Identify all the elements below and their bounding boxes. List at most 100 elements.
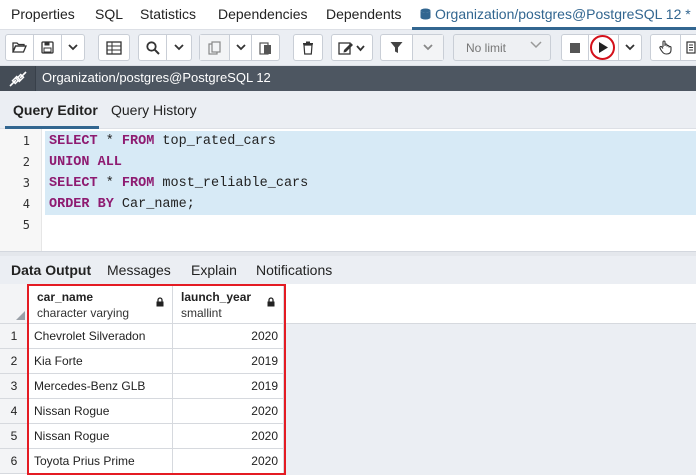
tab-query-editor[interactable]: Query Editor [13, 102, 98, 118]
tab-data-output[interactable]: Data Output [11, 262, 91, 278]
paste-row-button[interactable] [252, 35, 279, 60]
code-text: UNION ALL [45, 152, 696, 173]
sql-editor[interactable]: 1 SELECT * FROM top_rated_cars 2 UNION ALL 3… [0, 129, 696, 251]
line-number: 3 [22, 176, 30, 190]
cell-launch-year[interactable]: 2019 [173, 349, 284, 374]
edit-group [331, 34, 373, 61]
sql-keyword: FROM [121, 176, 155, 191]
filter-button[interactable] [381, 35, 413, 60]
table-row[interactable]: 4 Nissan Rogue 2020 [0, 399, 284, 424]
row-number[interactable]: 3 [0, 374, 29, 399]
editor-tab-strip: Query Editor Query History [0, 91, 696, 129]
tab-dependencies[interactable]: Dependencies [218, 6, 308, 22]
tab-notifications[interactable]: Notifications [256, 262, 332, 278]
connection-status-icon[interactable] [0, 66, 36, 91]
macros-button[interactable] [681, 35, 696, 60]
sql-keyword: SELECT [49, 134, 98, 149]
row-number[interactable]: 6 [0, 449, 29, 474]
code-line: 1 SELECT * FROM top_rated_cars [0, 131, 696, 152]
output-tab-strip: Data Output Messages Explain Notificatio… [0, 256, 696, 284]
table-row[interactable]: 2 Kia Forte 2019 [0, 349, 284, 374]
save-button[interactable] [34, 35, 62, 60]
lock-icon [156, 297, 164, 307]
save-dropdown-button[interactable] [62, 35, 84, 60]
cell-launch-year[interactable]: 2020 [173, 399, 284, 424]
row-number[interactable]: 5 [0, 424, 29, 449]
tab-query-tool[interactable]: Organization/postgres@PostgreSQL 12 * [420, 6, 691, 22]
grid-empty-area [284, 324, 696, 475]
hand-pointer-icon [659, 40, 672, 55]
floppy-icon [41, 41, 54, 54]
row-number[interactable]: 1 [0, 324, 29, 349]
open-file-button[interactable] [6, 35, 34, 60]
code-text: SELECT * FROM top_rated_cars [45, 131, 696, 152]
save-data-group [98, 34, 130, 61]
code-text: SELECT * FROM most_reliable_cars [45, 173, 696, 194]
lock-row-button[interactable] [651, 35, 681, 60]
column-name: car_name [37, 290, 94, 304]
cancel-query-button[interactable] [562, 35, 589, 60]
copy-dropdown-button[interactable] [230, 35, 252, 60]
table-row[interactable]: 5 Nissan Rogue 2020 [0, 424, 284, 449]
chevron-down-icon [174, 44, 184, 51]
tab-sql[interactable]: SQL [95, 6, 123, 22]
cell-car-name[interactable]: Toyota Prius Prime [29, 449, 173, 474]
chevron-down-icon [530, 41, 542, 49]
database-icon [420, 8, 431, 20]
tab-statistics[interactable]: Statistics [140, 6, 196, 22]
cell-launch-year[interactable]: 2020 [173, 449, 284, 474]
table-save-icon [106, 40, 122, 55]
execute-dropdown-button[interactable] [619, 35, 641, 60]
delete-row-button[interactable] [294, 35, 322, 60]
delete-group [293, 34, 323, 61]
table-row[interactable]: 1 Chevrolet Silveradon 2020 [0, 324, 284, 349]
tab-messages[interactable]: Messages [107, 262, 171, 278]
copy-icon [207, 40, 221, 55]
edit-button[interactable] [332, 35, 372, 60]
code-text: ORDER BY Car_name; [45, 194, 696, 215]
chevron-down-icon [423, 44, 433, 51]
table-row[interactable]: 6 Toyota Prius Prime 2020 [0, 449, 284, 474]
chevron-down-icon [235, 44, 246, 51]
sql-text: * [97, 134, 122, 149]
row-number[interactable]: 2 [0, 349, 29, 374]
column-header-car-name[interactable]: car_name character varying [29, 284, 173, 324]
select-all-cell[interactable] [0, 284, 29, 324]
cell-car-name[interactable]: Mercedes-Benz GLB [29, 374, 173, 399]
cell-launch-year[interactable]: 2020 [173, 424, 284, 449]
find-button[interactable] [139, 35, 167, 60]
table-row[interactable]: 3 Mercedes-Benz GLB 2019 [0, 374, 284, 399]
row-number[interactable]: 4 [0, 399, 29, 424]
code-line: 5 [0, 215, 696, 236]
panel-tab-strip: Properties SQL Statistics Dependencies D… [0, 0, 696, 30]
cell-car-name[interactable]: Kia Forte [29, 349, 173, 374]
cell-car-name[interactable]: Chevrolet Silveradon [29, 324, 173, 349]
filter-dropdown-button[interactable] [413, 35, 443, 60]
rows-limit-select[interactable]: No limit [453, 34, 551, 61]
find-group [138, 34, 192, 61]
tab-query-history[interactable]: Query History [111, 102, 197, 118]
code-line: 2 UNION ALL [0, 152, 696, 173]
cell-launch-year[interactable]: 2020 [173, 324, 284, 349]
tab-properties[interactable]: Properties [11, 6, 75, 22]
save-data-changes-button[interactable] [99, 35, 129, 60]
cell-launch-year[interactable]: 2019 [173, 374, 284, 399]
filter-icon [390, 42, 403, 53]
tab-dependents[interactable]: Dependents [326, 6, 402, 22]
stop-icon [570, 42, 580, 53]
copy-button[interactable] [200, 35, 230, 60]
trash-icon [303, 41, 313, 55]
cell-car-name[interactable]: Nissan Rogue [29, 424, 173, 449]
tab-explain[interactable]: Explain [191, 262, 237, 278]
paste-icon [259, 41, 271, 55]
column-name: launch_year [181, 290, 252, 304]
folder-open-icon [12, 42, 27, 53]
lock-icon [267, 297, 275, 307]
tab-query-tool-label: Organization/postgres@PostgreSQL 12 * [435, 6, 691, 22]
file-group [5, 34, 85, 61]
column-header-launch-year[interactable]: launch_year smallint [173, 284, 284, 324]
column-type: smallint [181, 306, 222, 320]
find-dropdown-button[interactable] [167, 35, 191, 60]
cell-car-name[interactable]: Nissan Rogue [29, 399, 173, 424]
